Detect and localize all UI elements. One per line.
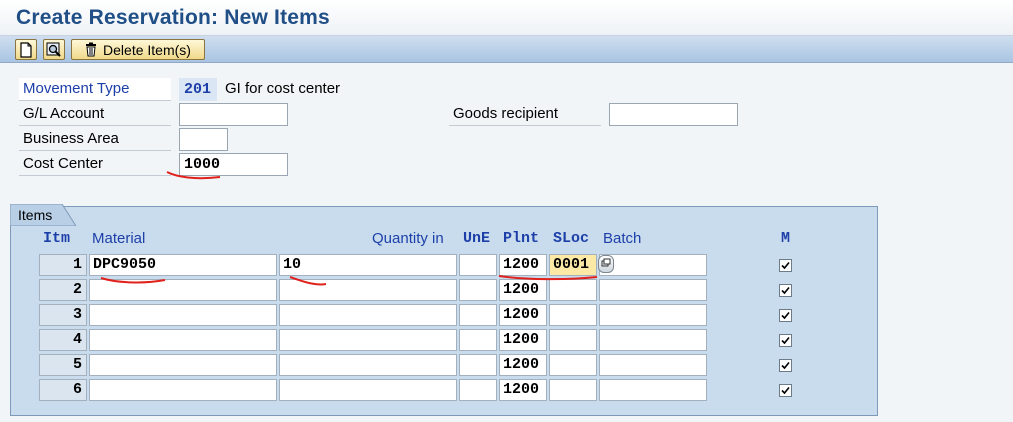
item-number-cell: 5 [39,354,87,376]
batch-field[interactable] [599,379,707,401]
unit-of-entry-field[interactable] [459,379,497,401]
column-header-une: UnE [463,230,491,247]
material-field[interactable] [89,329,277,351]
material-field[interactable]: DPC9050 [89,254,277,276]
business-area-field[interactable] [179,128,228,151]
quantity-field[interactable] [279,379,457,401]
column-header-m: M [781,230,791,247]
plant-field[interactable]: 1200 [499,304,547,326]
item-number-cell: 4 [39,329,87,351]
batch-field[interactable] [599,329,707,351]
plant-field[interactable]: 1200 [499,329,547,351]
unit-of-entry-field[interactable] [459,254,497,276]
value-help-button[interactable] [598,255,614,273]
check-icon [781,386,790,395]
movement-type-description: GI for cost center [225,80,341,97]
items-tab-label: Items [18,207,53,223]
find-button[interactable] [43,39,65,60]
check-icon [781,261,790,270]
material-field[interactable] [89,379,277,401]
material-field[interactable] [89,279,277,301]
storage-location-field[interactable] [549,304,597,326]
trash-icon [86,42,97,57]
batch-field[interactable] [599,279,707,301]
delete-items-label: Delete Item(s) [103,41,191,58]
plant-field[interactable]: 1200 [499,379,547,401]
cost-center-label: Cost Center [19,153,171,176]
column-header-plnt: Plnt [503,230,540,247]
unit-of-entry-field[interactable] [459,304,497,326]
movement-type-label: Movement Type [19,78,171,101]
unit-of-entry-field[interactable] [459,354,497,376]
material-field[interactable] [89,354,277,376]
check-icon [781,311,790,320]
batch-field[interactable] [599,254,707,276]
cost-center-field[interactable]: 1000 [179,153,288,176]
movement-type-field: 201 [179,78,217,101]
storage-location-field[interactable]: 0001 [549,254,597,276]
mark-checkbox[interactable] [779,384,792,397]
storage-location-field[interactable] [549,379,597,401]
plant-field[interactable]: 1200 [499,354,547,376]
delete-items-button[interactable]: Delete Item(s) [71,39,205,60]
column-header-quantity: Quantity in [372,230,444,247]
mark-checkbox[interactable] [779,359,792,372]
column-header-itm: Itm [43,230,71,247]
material-field[interactable] [89,304,277,326]
gl-account-label: G/L Account [19,103,171,126]
quantity-field[interactable] [279,279,457,301]
item-number-cell: 6 [39,379,87,401]
find-icon [46,42,61,57]
check-icon [781,361,790,370]
application-toolbar: Delete Item(s) [0,36,1013,63]
check-icon [781,336,790,345]
title-bar: Create Reservation: New Items [0,0,1013,36]
unit-of-entry-field[interactable] [459,329,497,351]
goods-recipient-label: Goods recipient [449,103,601,126]
quantity-field[interactable] [279,354,457,376]
column-header-sloc: SLoc [553,230,590,247]
value-help-icon [601,258,611,267]
item-number-cell: 1 [39,254,87,276]
unit-of-entry-field[interactable] [459,279,497,301]
storage-location-field[interactable] [549,279,597,301]
quantity-field[interactable] [279,304,457,326]
plant-field[interactable]: 1200 [499,279,547,301]
mark-checkbox[interactable] [779,334,792,347]
gl-account-field[interactable] [179,103,288,126]
column-header-material: Material [92,230,146,247]
check-icon [781,286,790,295]
storage-location-field[interactable] [549,354,597,376]
quantity-field[interactable]: 10 [279,254,457,276]
batch-field[interactable] [599,304,707,326]
batch-field[interactable] [599,354,707,376]
goods-recipient-field[interactable] [609,103,738,126]
new-document-button[interactable] [15,39,37,60]
page-title: Create Reservation: New Items [16,6,330,29]
mark-checkbox[interactable] [779,309,792,322]
item-number-cell: 2 [39,279,87,301]
mark-checkbox[interactable] [779,259,792,272]
mark-checkbox[interactable] [779,284,792,297]
document-icon [20,41,32,58]
plant-field[interactable]: 1200 [499,254,547,276]
storage-location-field[interactable] [549,329,597,351]
column-header-batch: Batch [603,230,642,247]
quantity-field[interactable] [279,329,457,351]
business-area-label: Business Area [19,128,171,151]
item-number-cell: 3 [39,304,87,326]
